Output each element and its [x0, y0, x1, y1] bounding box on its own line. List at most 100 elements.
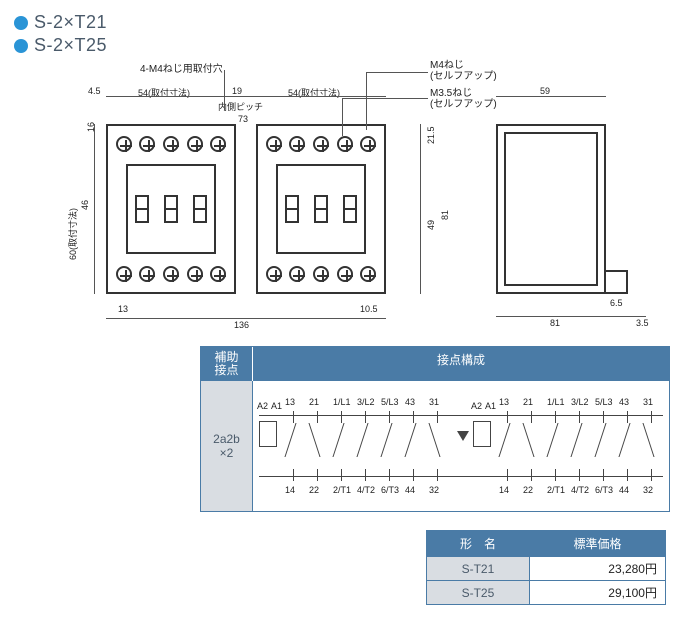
dim-inner-gap: 19	[232, 86, 242, 96]
leader-line	[342, 98, 428, 99]
screw-icon	[116, 136, 132, 152]
terminal-label: 1/L1	[547, 397, 565, 407]
callout-mounting-holes: 4-M4ねじ用取付穴	[140, 60, 223, 75]
price-model-cell: S-T25	[427, 581, 530, 605]
screw-icon	[289, 136, 305, 152]
slot-icon	[135, 195, 149, 223]
screw-row-bot	[262, 260, 380, 288]
contact-table-body: 2a2b×2 A2 A1 131421221/L12/T13/L24/T25/L…	[201, 381, 669, 511]
dim-body-h: 46	[80, 200, 90, 210]
contact-no: 1/L12/T1	[549, 411, 563, 481]
callout-m4-screw: M4ねじ(セルフアップ)	[430, 60, 497, 82]
dim-line-left-v	[94, 124, 95, 294]
terminal-label: 13	[285, 397, 295, 407]
terminal-label: 4/T2	[357, 485, 375, 495]
dim-line-side-top	[496, 96, 606, 97]
leader-line	[224, 70, 225, 110]
screw-icon	[187, 266, 203, 282]
screw-icon	[266, 266, 282, 282]
contact-nc: 2122	[525, 411, 539, 481]
dim-side-outer-h: 81	[440, 210, 450, 220]
aux-contact-value: 2a2b×2	[201, 381, 253, 511]
device-side-inner	[504, 132, 598, 286]
contact-no: 4344	[621, 411, 635, 481]
device-front-left	[106, 124, 236, 294]
screw-icon	[337, 136, 353, 152]
device-side	[496, 124, 606, 294]
dim-inner-pitch: 73	[238, 114, 248, 124]
terminal-label: 22	[523, 485, 533, 495]
screw-icon	[139, 136, 155, 152]
leader-line	[366, 72, 367, 130]
screw-icon	[163, 136, 179, 152]
coil-box	[259, 421, 277, 447]
price-value-cell: 29,100円	[529, 581, 665, 605]
terminal-label: 4/T2	[571, 485, 589, 495]
terminal-label: 2/T1	[333, 485, 351, 495]
dim-overall-w: 136	[234, 320, 249, 330]
contact-no: 1/L12/T1	[335, 411, 349, 481]
model-title-2: S-2×T25	[14, 35, 666, 56]
contact-no: 5/L36/T3	[383, 411, 397, 481]
contact-group-2: 131421221/L12/T13/L24/T25/L36/T343443132	[501, 381, 671, 511]
price-table-row: S-T25 29,100円	[427, 581, 666, 605]
device-side-step	[606, 270, 628, 294]
screw-icon	[360, 136, 376, 152]
dim-side-inner-h: 49	[426, 220, 436, 230]
contact-table-header: 補助接点 接点構成	[201, 347, 669, 381]
bullet-icon	[14, 16, 28, 30]
device-mid	[276, 164, 366, 254]
interlock-triangle-icon	[457, 431, 469, 441]
contact-nc: 3132	[431, 411, 445, 481]
contact-nc: 3132	[645, 411, 659, 481]
dim-side-top-w: 59	[540, 86, 550, 96]
price-value-cell: 23,280円	[529, 557, 665, 581]
contact-no: 1314	[501, 411, 515, 481]
dim-left-margin: 4.5	[88, 86, 101, 96]
slot-icon	[343, 195, 357, 223]
terminal-label: 3/L2	[571, 397, 589, 407]
dim-line-side-v	[420, 124, 421, 294]
title-text-1: S-2×T21	[34, 12, 107, 33]
dim-line-bottom	[106, 318, 386, 319]
contact-nc: 2122	[311, 411, 325, 481]
device-mid	[126, 164, 216, 254]
contact-no: 3/L24/T2	[573, 411, 587, 481]
screw-icon	[313, 136, 329, 152]
terminal-label: 43	[619, 397, 629, 407]
dim-side-offset: 21.5	[426, 126, 436, 144]
price-model-cell: S-T21	[427, 557, 530, 581]
screw-row-top	[112, 130, 230, 158]
dim-side-bottom-w: 81	[550, 318, 560, 328]
slot-icon	[285, 195, 299, 223]
dim-mount-w2: 54(取付寸法)	[288, 86, 340, 99]
bullet-icon	[14, 39, 28, 53]
terminal-label: 32	[643, 485, 653, 495]
model-title-1: S-2×T21	[14, 12, 666, 33]
dim-bottom-right-gap: 10.5	[360, 304, 378, 314]
dim-bottom-left-gap: 13	[118, 304, 128, 314]
leader-line	[342, 98, 343, 136]
contact-no: 4344	[407, 411, 421, 481]
leader-line	[366, 72, 428, 73]
terminal-label: 43	[405, 397, 415, 407]
dim-side-right-margin: 3.5	[636, 318, 649, 328]
terminal-label: 13	[499, 397, 509, 407]
terminal-label: 5/L3	[595, 397, 613, 407]
terminal-label: 44	[405, 485, 415, 495]
screw-icon	[210, 136, 226, 152]
dim-mount-h: 60(取付寸法)	[66, 208, 79, 260]
screw-icon	[337, 266, 353, 282]
terminal-label: A1	[271, 401, 282, 411]
terminal-label: 22	[309, 485, 319, 495]
header-aux-contacts: 補助接点	[201, 347, 253, 381]
contact-config-table: 補助接点 接点構成 2a2b×2 A2 A1 131421221/L12/T13…	[200, 346, 670, 512]
terminal-label: 14	[285, 485, 295, 495]
terminal-label: 31	[429, 397, 439, 407]
contact-no: 1314	[287, 411, 301, 481]
terminal-label: 6/T3	[381, 485, 399, 495]
header-contact-config: 接点構成	[253, 347, 669, 381]
slot-icon	[314, 195, 328, 223]
terminal-label: 14	[499, 485, 509, 495]
slot-icon	[164, 195, 178, 223]
